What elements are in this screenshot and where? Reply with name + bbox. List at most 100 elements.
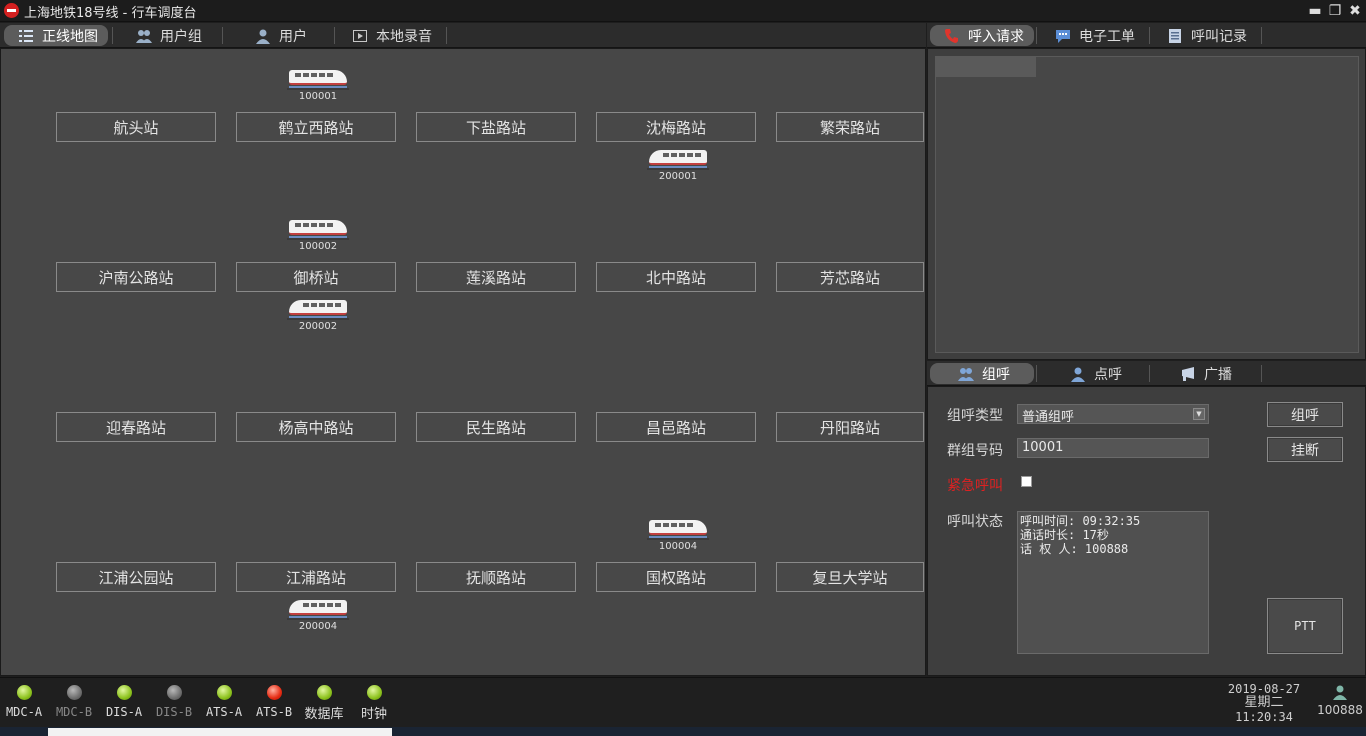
train-icon[interactable]: 200004 (287, 600, 349, 636)
tab-group-call[interactable]: 组呼 (930, 363, 1034, 384)
train-icon[interactable]: 100002 (287, 220, 349, 256)
tab-label: 组呼 (982, 366, 1010, 383)
os-taskbar (0, 727, 1366, 736)
status-bar: MDC-A MDC-B DIS-A DIS-B ATS-A ATS-B 数据库 时钟 2019… (0, 677, 1366, 727)
clock: 2019-08-27 星期二 11:20:34 (1214, 682, 1314, 724)
status-talker: 话 权 人: 100888 (1020, 542, 1129, 556)
user-icon (1333, 685, 1347, 700)
system-indicator: ATS-A (199, 685, 249, 719)
tab-call-log[interactable]: 呼叫记录 (1167, 25, 1247, 46)
station-button[interactable]: 复旦大学站 (776, 562, 924, 592)
main-nav: 正线地图 用户组 用户 本地录音 (0, 23, 926, 48)
station-button[interactable]: 国权路站 (596, 562, 756, 592)
current-user[interactable]: 100888 (1316, 684, 1364, 717)
tab-label: 点呼 (1094, 366, 1122, 383)
tab-divider (1149, 27, 1150, 44)
system-indicator: 时钟 (349, 685, 399, 722)
tab-user[interactable]: 用户 (255, 25, 307, 46)
tab-electronic-ticket[interactable]: 电子工单 (1055, 25, 1135, 46)
emergency-call-checkbox[interactable] (1021, 476, 1032, 487)
tab-label: 用户组 (160, 28, 202, 45)
train-icon[interactable]: 200002 (287, 300, 349, 336)
ptt-button[interactable]: PTT (1267, 598, 1343, 654)
emergency-call-label: 紧急呼叫 (947, 478, 1003, 494)
station-button[interactable]: 江浦公园站 (56, 562, 216, 592)
station-button[interactable]: 丹阳路站 (776, 412, 924, 442)
group-number-label: 群组号码 (947, 443, 1003, 459)
train-number: 100001 (298, 91, 338, 102)
request-list-header (936, 57, 1036, 77)
station-button[interactable]: 御桥站 (236, 262, 396, 292)
status-light-icon (116, 685, 132, 700)
status-call-duration: 通话时长: 17秒 (1020, 528, 1109, 542)
station-button[interactable]: 迎春路站 (56, 412, 216, 442)
call-type-nav: 组呼 点呼 广播 (927, 361, 1366, 386)
group-number-input[interactable]: 10001 (1017, 438, 1209, 458)
tab-local-recording[interactable]: 本地录音 (352, 25, 432, 46)
tab-divider (1036, 27, 1037, 44)
station-button[interactable]: 莲溪路站 (416, 262, 576, 292)
train-icon[interactable]: 200001 (647, 150, 709, 186)
clock-date: 2019-08-27 (1227, 682, 1301, 696)
call-type-label: 组呼类型 (947, 408, 1003, 424)
tab-incoming-requests[interactable]: 呼入请求 (930, 25, 1034, 46)
station-button[interactable]: 繁荣路站 (776, 112, 924, 142)
incoming-request-panel (927, 48, 1366, 360)
station-button[interactable]: 抚顺路站 (416, 562, 576, 592)
log-icon (1167, 28, 1183, 44)
system-indicator: 数据库 (299, 685, 349, 722)
status-light-icon (316, 685, 332, 700)
train-number: 100002 (298, 241, 338, 252)
status-call-time: 呼叫时间: 09:32:35 (1020, 514, 1141, 528)
close-icon[interactable]: ✖ (1346, 2, 1364, 20)
request-list[interactable] (935, 56, 1359, 353)
station-button[interactable]: 鹤立西路站 (236, 112, 396, 142)
system-indicator: DIS-B (149, 685, 199, 719)
tab-divider (112, 27, 113, 44)
tab-divider (334, 27, 335, 44)
status-light-icon (66, 685, 82, 700)
tab-individual-call[interactable]: 点呼 (1070, 363, 1122, 384)
tab-label: 用户 (279, 28, 307, 45)
station-button[interactable]: 航头站 (56, 112, 216, 142)
status-light-icon (16, 685, 32, 700)
user-group-icon (136, 28, 152, 44)
tab-user-group[interactable]: 用户组 (136, 25, 202, 46)
tab-line-map[interactable]: 正线地图 (4, 25, 108, 46)
train-icon[interactable]: 100004 (647, 520, 709, 556)
tab-divider (1036, 365, 1037, 382)
group-call-button[interactable]: 组呼 (1267, 402, 1343, 427)
system-indicator: MDC-B (49, 685, 99, 719)
user-id: 100888 (1317, 703, 1363, 717)
station-button[interactable]: 沪南公路站 (56, 262, 216, 292)
minimize-icon[interactable]: ▬ (1306, 2, 1324, 20)
indicator-label: MDC-A (5, 705, 43, 719)
tab-label: 正线地图 (42, 28, 98, 45)
chevron-down-icon: ▼ (1193, 408, 1205, 420)
title-bar: 上海地铁18号线 - 行车调度台 ▬ ❐ ✖ (0, 0, 1366, 22)
clock-time: 11:20:34 (1235, 710, 1293, 724)
taskbar-search[interactable] (48, 728, 392, 736)
station-button[interactable]: 江浦路站 (236, 562, 396, 592)
station-button[interactable]: 下盐路站 (416, 112, 576, 142)
indicator-label: ATS-B (255, 705, 293, 719)
tab-label: 电子工单 (1079, 28, 1135, 45)
train-number: 200004 (298, 621, 338, 632)
tab-broadcast[interactable]: 广播 (1180, 363, 1232, 384)
tab-divider (1261, 365, 1262, 382)
call-type-select[interactable]: 普通组呼 ▼ (1017, 404, 1209, 425)
train-icon[interactable]: 100001 (287, 70, 349, 106)
station-button[interactable]: 杨高中路站 (236, 412, 396, 442)
system-indicator: MDC-A (0, 685, 49, 719)
restore-icon[interactable]: ❐ (1326, 2, 1344, 20)
station-button[interactable]: 民生路站 (416, 412, 576, 442)
user-icon (255, 28, 271, 44)
metro-logo-icon (4, 3, 19, 18)
hangup-button[interactable]: 挂断 (1267, 437, 1343, 462)
system-indicator: DIS-A (99, 685, 149, 719)
station-button[interactable]: 沈梅路站 (596, 112, 756, 142)
station-button[interactable]: 芳芯路站 (776, 262, 924, 292)
station-button[interactable]: 北中路站 (596, 262, 756, 292)
station-button[interactable]: 昌邑路站 (596, 412, 756, 442)
tab-divider (446, 27, 447, 44)
